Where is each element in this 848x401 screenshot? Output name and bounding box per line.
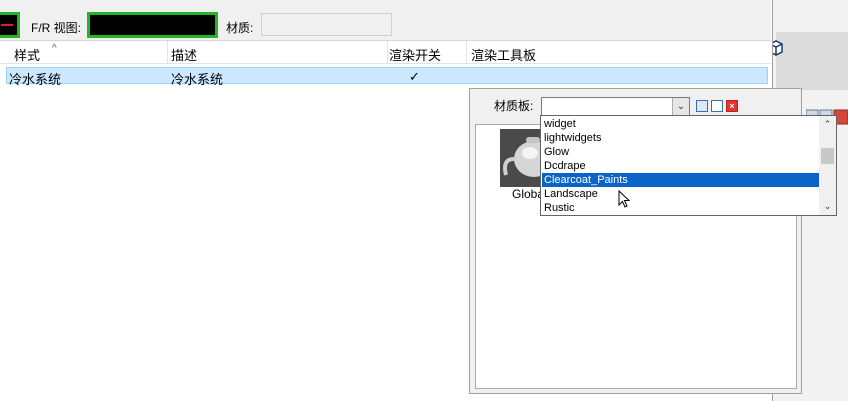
list-item[interactable]: Glow: [542, 145, 819, 159]
dropdown-scrollbar[interactable]: ⌃ ⌄: [819, 116, 836, 215]
material-label: 材质:: [226, 21, 254, 35]
material-palette-dropdown-list[interactable]: widget lightwidgets Glow Dcdrape Clearco…: [540, 115, 837, 216]
render-toggle-checkmark[interactable]: ✓: [409, 69, 420, 85]
column-divider[interactable]: [167, 41, 168, 63]
cell-style: 冷水系统: [9, 72, 62, 87]
list-item[interactable]: Landscape: [542, 187, 819, 201]
chevron-up-icon[interactable]: ⌃: [819, 116, 836, 133]
edit-palette-icon[interactable]: [711, 100, 723, 112]
chevron-down-icon[interactable]: ⌄: [819, 198, 836, 215]
fr-view-label: F/R 视图:: [31, 21, 81, 35]
column-header-render-toggle[interactable]: 渲染开关: [389, 45, 441, 64]
list-item[interactable]: Rustic: [542, 201, 819, 215]
delete-icon[interactable]: ×: [726, 100, 738, 112]
mouse-cursor-icon: [618, 190, 630, 208]
material-field[interactable]: [261, 13, 392, 36]
red-arrow-icon: [1, 24, 13, 26]
column-divider[interactable]: [466, 41, 467, 63]
chevron-down-icon[interactable]: ⌄: [672, 98, 689, 115]
background-viewport: [776, 32, 848, 90]
sort-ascending-icon: ^: [52, 43, 57, 54]
cell-description: 冷水系统: [171, 72, 224, 87]
table-row[interactable]: 冷水系统 冷水系统 ✓: [6, 67, 768, 87]
column-header-style[interactable]: 样式: [14, 45, 40, 64]
list-item-selected[interactable]: Clearcoat_Paints: [542, 173, 819, 187]
list-item[interactable]: Dcdrape: [542, 159, 819, 173]
list-item[interactable]: lightwidgets: [542, 131, 819, 145]
material-palette-label: 材质板:: [494, 99, 534, 113]
toolbar: F/R 视图: 材质:: [0, 0, 771, 41]
color-swatch-box[interactable]: [0, 12, 20, 38]
table-header: 样式 ^ 描述 渲染开关 渲染工具板: [0, 41, 771, 64]
new-palette-icon[interactable]: [696, 100, 708, 112]
material-palette-combo[interactable]: ⌄: [541, 97, 690, 116]
column-header-description[interactable]: 描述: [171, 45, 197, 64]
scrollbar-thumb[interactable]: [821, 148, 834, 164]
list-item[interactable]: widget: [542, 117, 819, 131]
column-divider[interactable]: [387, 41, 388, 63]
column-header-render-palette[interactable]: 渲染工具板: [471, 45, 536, 64]
fr-view-box[interactable]: [87, 12, 218, 38]
